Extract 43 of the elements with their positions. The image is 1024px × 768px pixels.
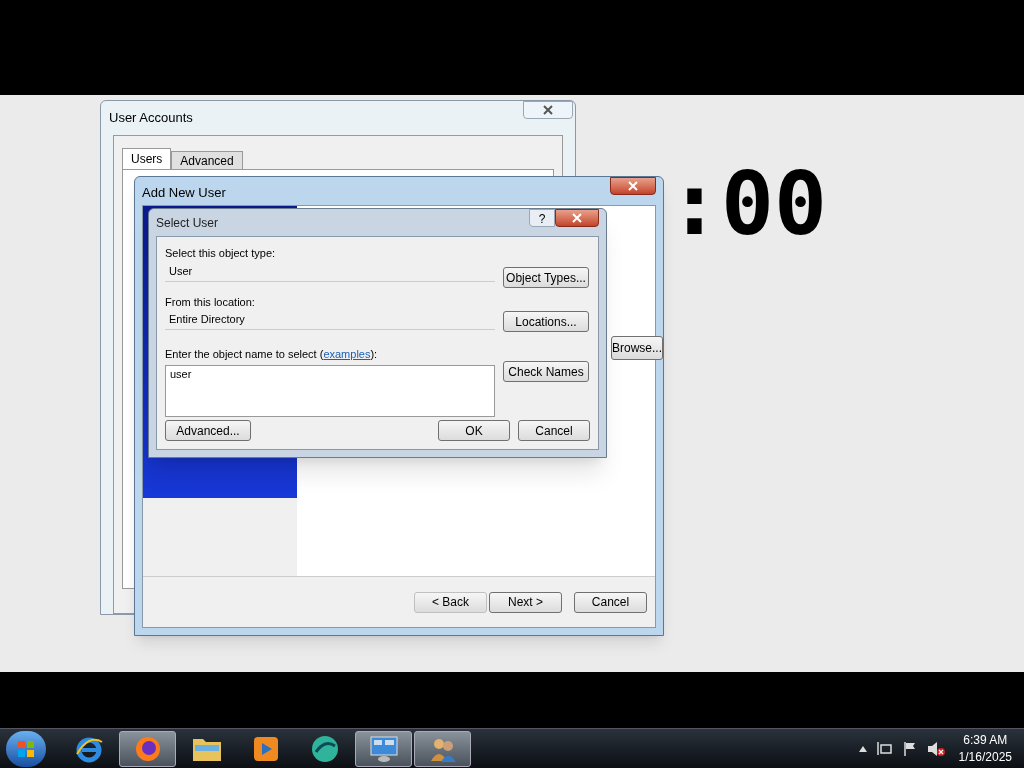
- advanced-button[interactable]: Advanced...: [165, 420, 251, 441]
- window-title: Select User: [156, 215, 219, 232]
- muted-speaker-icon: [926, 741, 945, 756]
- field-label: From this location:: [165, 294, 256, 310]
- play-icon: [251, 734, 280, 763]
- close-button[interactable]: [610, 177, 656, 195]
- close-icon: [628, 181, 638, 191]
- ok-button[interactable]: OK: [438, 420, 510, 441]
- locations-button[interactable]: Locations...: [503, 311, 589, 332]
- wizard-button[interactable]: Next >: [489, 591, 562, 613]
- tab[interactable]: Advanced: [171, 151, 243, 169]
- clock-date: 1/16/2025: [958, 748, 1012, 766]
- location-field: Entire Directory: [165, 310, 495, 330]
- browse-button[interactable]: Browse...: [611, 336, 663, 360]
- field-label: Enter the object name to select (examples):: [165, 347, 379, 362]
- check-names-button[interactable]: Check Names: [503, 361, 589, 382]
- flag-icon: [902, 741, 917, 756]
- object-types-button[interactable]: Object Types...: [503, 267, 589, 288]
- globe-icon: [309, 733, 340, 764]
- close-icon: [572, 213, 582, 223]
- tab[interactable]: Users: [122, 148, 172, 169]
- object-type-field: User: [165, 261, 495, 282]
- taskbar-button[interactable]: [414, 730, 471, 767]
- network-icon: [876, 741, 893, 756]
- up-arrow-icon: [858, 745, 867, 752]
- clock-time: 6:39 AM: [963, 731, 1008, 749]
- object-name-field[interactable]: user: [165, 364, 495, 417]
- clock-text: :00: [668, 160, 827, 248]
- taskbar-button[interactable]: [119, 730, 176, 767]
- close-button[interactable]: [523, 101, 573, 119]
- close-button[interactable]: [555, 209, 599, 227]
- monitor-icon: [368, 734, 399, 763]
- cancel-button[interactable]: Cancel: [518, 420, 590, 441]
- examples-link[interactable]: examples: [323, 348, 371, 360]
- field-label: Select this object type:: [165, 246, 277, 261]
- close-icon: [543, 105, 553, 115]
- window-title: Add New User: [142, 184, 226, 202]
- help-button[interactable]: ?: [529, 209, 555, 227]
- taskbar-button[interactable]: [355, 730, 412, 767]
- windows-logo-icon: [17, 739, 35, 758]
- wizard-button[interactable]: Cancel: [574, 591, 647, 613]
- start-button[interactable]: [6, 730, 46, 767]
- window-title: User Accounts: [109, 109, 193, 127]
